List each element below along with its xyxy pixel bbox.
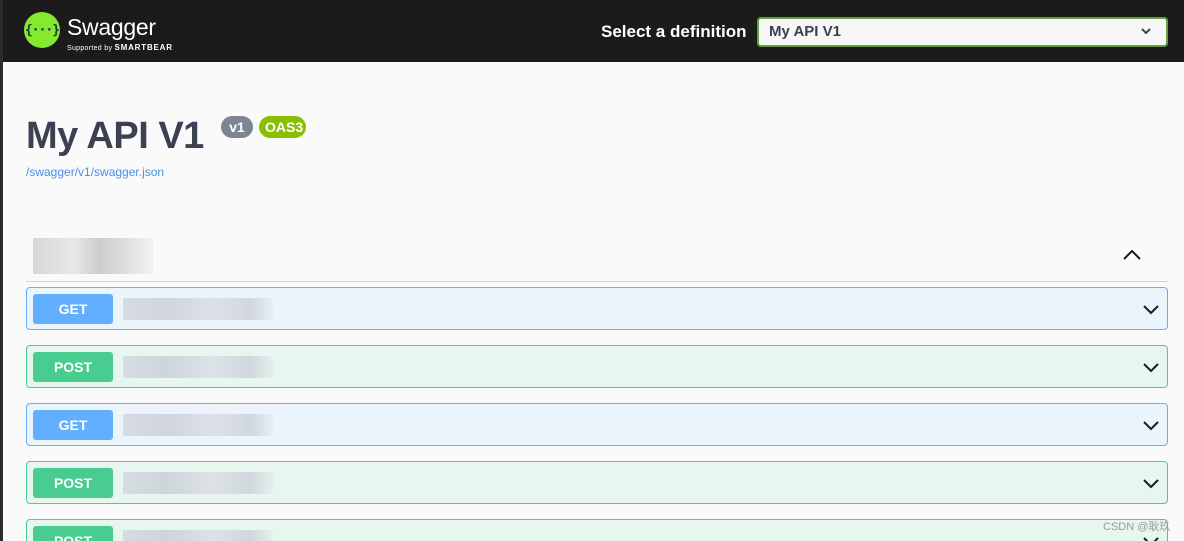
api-title: My API V1 <box>26 115 204 157</box>
operation-path-redacted <box>123 298 273 320</box>
operation-row[interactable]: GET <box>26 403 1168 446</box>
operation-row[interactable]: POST <box>26 345 1168 388</box>
operation-row[interactable]: GET <box>26 287 1168 330</box>
chevron-down-icon <box>1141 28 1151 35</box>
version-badge: v1 <box>221 116 253 138</box>
tag-name-redacted[interactable] <box>33 238 153 274</box>
tag-divider <box>26 281 1168 282</box>
oas-badge: OAS3 <box>259 116 306 138</box>
definition-label: Select a definition <box>601 22 747 41</box>
swagger-logo-icon[interactable]: {···} <box>24 12 60 48</box>
top-bar: {···} Swagger Supported by SMARTBEAR Sel… <box>3 0 1184 62</box>
operation-path-redacted <box>123 530 273 541</box>
operation-row[interactable]: POST <box>26 461 1168 504</box>
method-badge: GET <box>33 294 113 324</box>
method-badge: GET <box>33 410 113 440</box>
definition-select-value: My API V1 <box>769 23 841 40</box>
operation-path-redacted <box>123 414 273 436</box>
brand-tagline: Supported by SMARTBEAR <box>67 43 173 52</box>
chevron-down-icon[interactable] <box>1141 300 1161 318</box>
operation-path-redacted <box>123 356 273 378</box>
method-badge: POST <box>33 526 113 541</box>
chevron-down-icon[interactable] <box>1141 416 1161 434</box>
main-content: My API V1 v1 OAS3 /swagger/v1/swagger.js… <box>3 62 1184 541</box>
browser-frame: {···} Swagger Supported by SMARTBEAR Sel… <box>0 0 1184 541</box>
method-badge: POST <box>33 352 113 382</box>
brand-tagline-prefix: Supported by <box>67 45 113 52</box>
spec-json-link[interactable]: /swagger/v1/swagger.json <box>26 165 164 179</box>
operation-path-redacted <box>123 472 273 494</box>
chevron-down-icon[interactable] <box>1141 474 1161 492</box>
method-badge: POST <box>33 468 113 498</box>
chevron-down-icon[interactable] <box>1141 358 1161 376</box>
brand-name: Swagger <box>67 14 156 40</box>
watermark: CSDN @耿玖 <box>1103 521 1171 533</box>
brand-tagline-company: SMARTBEAR <box>114 43 173 52</box>
chevron-up-icon[interactable] <box>1117 242 1147 266</box>
operation-row[interactable]: POST <box>26 519 1168 541</box>
definition-select[interactable]: My API V1 <box>757 17 1168 47</box>
